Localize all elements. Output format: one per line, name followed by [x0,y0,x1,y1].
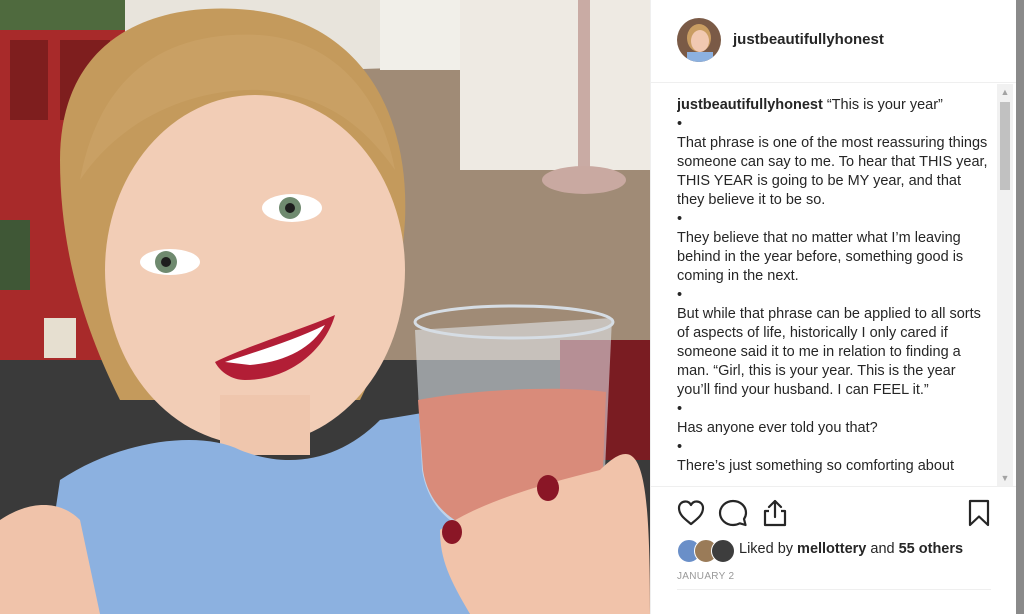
caption-paragraph: They believe that no matter what I’m lea… [677,230,964,284]
save-button[interactable] [963,497,995,529]
likes-mid: and [866,541,899,557]
post-date[interactable]: JANUARY 2 [677,571,734,582]
caption-scroll-area[interactable]: justbeautifullyhonest “This is your year… [677,96,989,486]
comment-button[interactable] [717,497,749,529]
bookmark-icon [968,499,990,527]
caption-paragraph: • [677,116,683,132]
caption-scrollbar[interactable]: ▲ ▼ [997,84,1013,486]
like-button[interactable] [675,497,707,529]
likes-count-link[interactable]: 55 others [899,541,963,557]
caption-paragraph: • [677,287,683,303]
share-button[interactable] [759,497,791,529]
scrollbar-thumb[interactable] [1000,102,1010,190]
liker-avatar [711,539,735,563]
post-caption: justbeautifullyhonest “This is your year… [677,96,989,476]
caption-paragraph: • [677,211,683,227]
avatar[interactable] [677,18,721,62]
post-details-panel: justbeautifullyhonest justbeautifullyhon… [650,0,1017,614]
divider [677,589,991,590]
likes-user-link[interactable]: mellottery [797,541,866,557]
caption-paragraph: That phrase is one of the most reassurin… [677,135,988,208]
caption-title: “This is your year” [822,97,943,113]
avatar-image [677,18,721,62]
likes-prefix: Liked by [739,541,798,557]
comment-icon [718,499,748,527]
caption-paragraph: There’s just something so comforting abo… [677,458,954,474]
post-header: justbeautifullyhonest [651,0,1017,83]
caption-first-line: justbeautifullyhonest “This is your year… [677,96,989,115]
scroll-up-arrow-icon[interactable]: ▲ [997,84,1013,100]
photo-selfie-with-wine [0,0,650,614]
heart-icon [677,500,705,526]
likes-text: Liked by mellottery and 55 others [739,541,963,557]
caption-paragraph: But while that phrase can be applied to … [677,306,981,398]
window-edge [1016,0,1024,614]
scroll-down-arrow-icon[interactable]: ▼ [997,470,1013,486]
caption-paragraph: • [677,401,683,417]
post-actions: Liked by mellottery and 55 others JANUAR… [651,486,1017,587]
caption-username[interactable]: justbeautifullyhonest [677,97,823,113]
post-photo[interactable] [0,0,650,614]
caption-paragraph: • [677,439,683,455]
share-icon [763,499,787,527]
post-username[interactable]: justbeautifullyhonest [733,31,884,48]
caption-paragraph: Has anyone ever told you that? [677,420,878,436]
